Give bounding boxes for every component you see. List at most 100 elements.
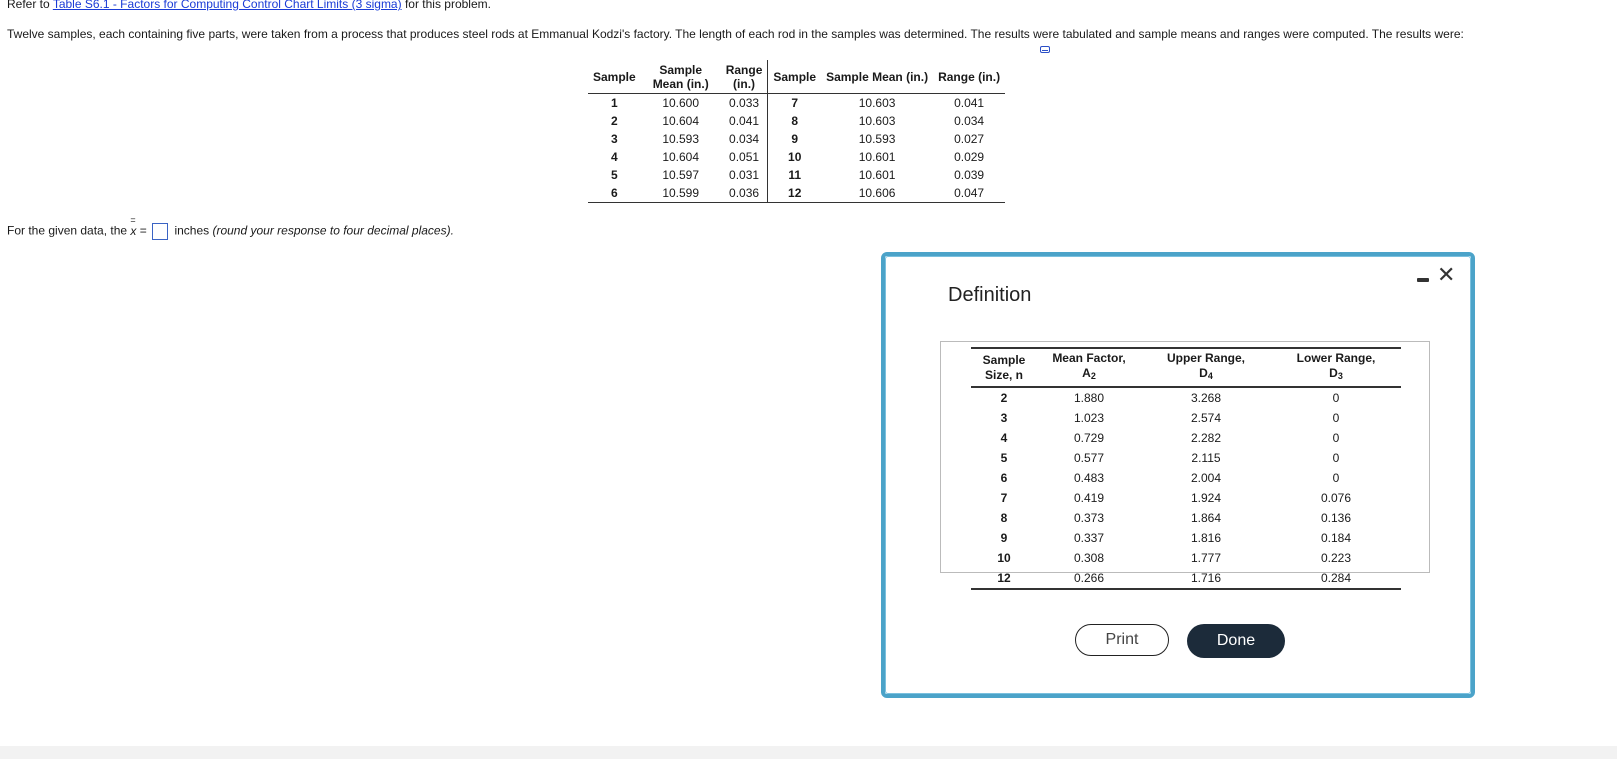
table-row: 4 10.604 0.051 10 10.601 0.029	[588, 148, 1005, 166]
sample-size-cell: 2	[1000, 391, 1008, 405]
question-suffix: inches	[171, 223, 213, 238]
sample-mean: 10.601	[858, 168, 896, 182]
problem-intro: Twelve samples, each containing five par…	[7, 27, 1464, 41]
sample-mean: 10.604	[662, 114, 700, 128]
table-row: 12 0.266 1.716 0.284	[971, 568, 1401, 590]
sample-mean: 10.593	[662, 132, 700, 146]
mean-factor-cell: 0.266	[1037, 568, 1141, 590]
upper-range-cell: 2.574	[1190, 411, 1222, 425]
sample-size-cell: 9	[1000, 531, 1008, 545]
sample-mean: 10.597	[662, 168, 700, 182]
answer-input[interactable]	[152, 223, 169, 240]
upper-range-cell: 1.864	[1190, 511, 1222, 525]
sample-number: 2	[611, 114, 618, 128]
upper-range-cell: 1.924	[1190, 491, 1222, 505]
table-row: 2 10.604 0.041 8 10.603 0.034	[588, 112, 1005, 130]
sample-mean: 10.601	[858, 150, 896, 164]
col-header-mean: Sample Mean (in.)	[640, 60, 721, 94]
footer-bar	[0, 746, 1617, 759]
col-header-range: Range (in.)	[720, 60, 768, 94]
sample-mean: 10.600	[662, 96, 700, 110]
factor-table-link[interactable]: Table S6.1 - Factors for Computing Contr…	[53, 0, 402, 11]
sample-mean: 10.603	[858, 114, 896, 128]
sample-range: 0.041	[954, 96, 985, 110]
upper-range-cell: 2.282	[1190, 431, 1222, 445]
samples-table: Sample Sample Mean (in.) Range (in.) Sam…	[588, 60, 1006, 203]
mean-factor-cell: 0.483	[1073, 471, 1105, 485]
sample-size-cell: 12	[971, 568, 1037, 590]
sample-size-cell: 7	[1000, 491, 1008, 505]
header-lower-range: Lower Range, D3	[1271, 347, 1401, 388]
sample-number: 10	[767, 148, 822, 166]
lower-range-cell: 0	[1332, 451, 1340, 465]
upper-range-cell: 2.004	[1190, 471, 1222, 485]
sample-number: 9	[767, 130, 822, 148]
table-row: 3 10.593 0.034 9 10.593 0.027	[588, 130, 1005, 148]
header-upper-range: Upper Range, D4	[1141, 347, 1271, 388]
refer-suffix: for this problem.	[401, 0, 491, 11]
table-row: 2 1.880 3.268 0	[971, 387, 1401, 408]
mean-factor-cell: 0.337	[1073, 531, 1105, 545]
sample-mean: 10.603	[858, 96, 896, 110]
question-equals: =	[136, 223, 147, 238]
sample-mean: 10.604	[662, 150, 700, 164]
lower-range-cell: 0.136	[1320, 511, 1352, 525]
header-mean-factor: Mean Factor, A2	[1037, 347, 1141, 388]
sample-size-cell: 6	[1000, 471, 1008, 485]
refer-line: Refer to Table S6.1 - Factors for Comput…	[7, 0, 491, 11]
sample-mean: 10.593	[858, 132, 896, 146]
sample-number: 4	[611, 150, 618, 164]
mean-factor-cell: 0.419	[1073, 491, 1105, 505]
expand-table-icon[interactable]	[1040, 46, 1050, 53]
upper-range-cell: 1.777	[1190, 551, 1222, 565]
lower-range-cell: 0.284	[1271, 568, 1401, 590]
table-row: 4 0.729 2.282 0	[971, 428, 1401, 448]
sample-number: 7	[767, 93, 822, 112]
dialog-title: Definition	[948, 284, 1032, 306]
sample-range: 0.034	[954, 114, 985, 128]
refer-prefix: Refer to	[7, 0, 53, 11]
mean-factor-cell: 0.308	[1073, 551, 1105, 565]
sample-mean: 10.606	[821, 184, 934, 203]
sample-range: 0.047	[933, 184, 1006, 203]
mean-factor-cell: 0.577	[1073, 451, 1105, 465]
sample-size-cell: 4	[1000, 431, 1008, 445]
lower-range-cell: 0.184	[1320, 531, 1352, 545]
lower-range-cell: 0	[1332, 411, 1340, 425]
sample-number: 1	[611, 96, 618, 110]
sample-range: 0.051	[729, 150, 760, 164]
sample-number: 5	[611, 168, 618, 182]
sample-mean: 10.599	[640, 184, 721, 203]
lower-range-cell: 0	[1332, 391, 1340, 405]
upper-range-cell: 1.716	[1141, 568, 1271, 590]
col-header-sample: Sample	[588, 60, 641, 94]
print-button[interactable]: Print	[1075, 624, 1169, 656]
table-row: 8 0.373 1.864 0.136	[971, 508, 1401, 528]
done-button[interactable]: Done	[1187, 624, 1285, 658]
sample-range: 0.033	[729, 96, 760, 110]
question-prefix: For the given data, the	[7, 223, 131, 238]
question-line: For the given data, the = x = inches (rou…	[7, 215, 454, 240]
sample-size-cell: 5	[1000, 451, 1008, 465]
minimize-icon[interactable]	[1417, 278, 1429, 282]
sample-number: 3	[611, 132, 618, 146]
sample-number: 12	[767, 184, 822, 203]
table-row: 5 0.577 2.115 0	[971, 448, 1401, 468]
lower-range-cell: 0	[1332, 471, 1340, 485]
sample-range: 0.029	[954, 150, 985, 164]
sample-range: 0.031	[729, 168, 760, 182]
col-header-range-2: Range (in.)	[933, 60, 1006, 94]
upper-range-cell: 3.268	[1190, 391, 1222, 405]
table-row: 5 10.597 0.031 11 10.601 0.039	[588, 166, 1005, 184]
mean-factor-cell: 1.023	[1073, 411, 1105, 425]
table-row: 6 0.483 2.004 0	[971, 468, 1401, 488]
factor-table-frame: Sample Size, n Mean Factor, A2 Upper Range…	[940, 341, 1430, 590]
close-icon[interactable]: ✕	[1437, 262, 1455, 288]
upper-range-cell: 1.816	[1190, 531, 1222, 545]
table-row: 10 0.308 1.777 0.223	[971, 548, 1401, 568]
sample-range: 0.027	[954, 132, 985, 146]
question-hint: (round your response to four decimal pla…	[212, 223, 454, 238]
definition-dialog: Definition ✕ Sample Size, n Mean Factor, A…	[881, 252, 1475, 698]
factor-table: Sample Size, n Mean Factor, A2 Upper Range…	[971, 347, 1401, 590]
mean-factor-cell: 1.880	[1073, 391, 1105, 405]
